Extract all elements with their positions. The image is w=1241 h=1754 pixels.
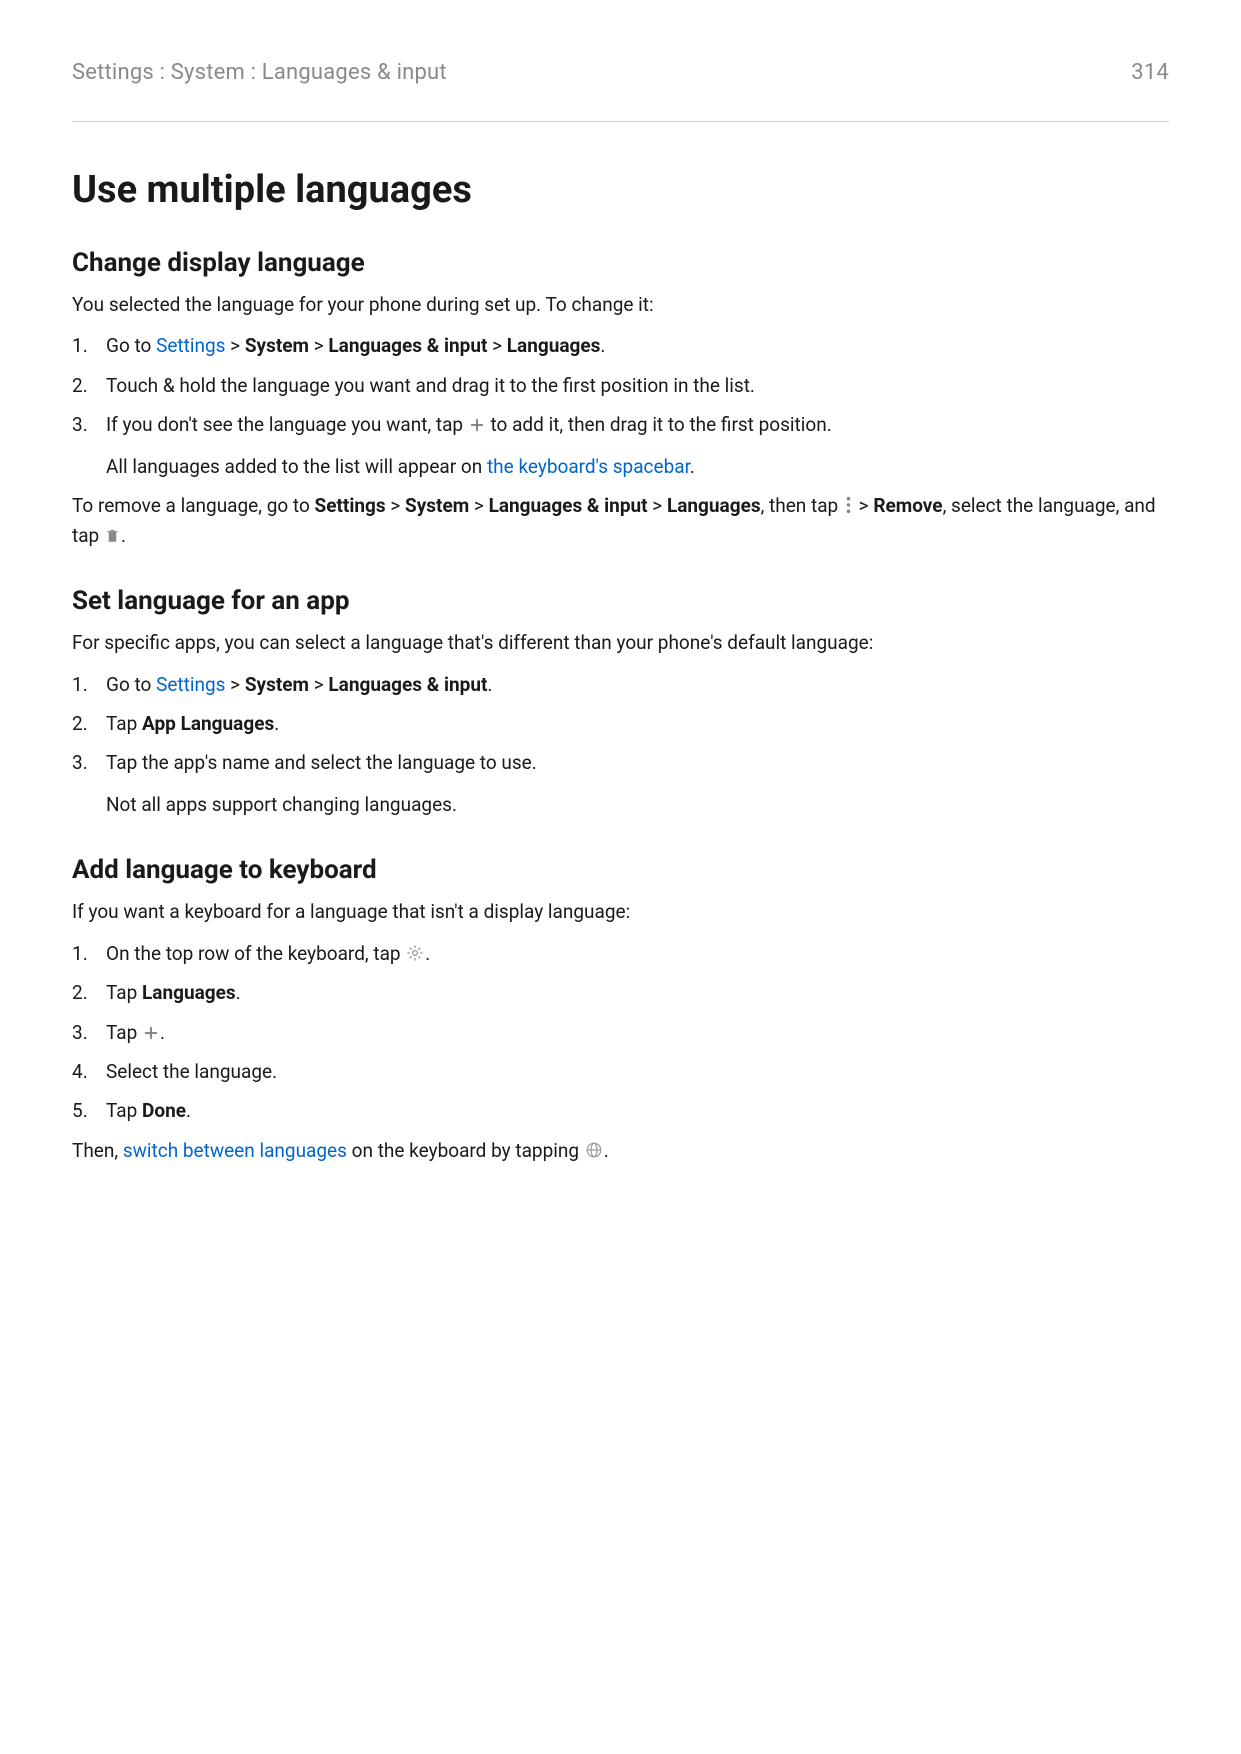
settings-link[interactable]: Settings — [156, 673, 225, 696]
section1-steps: Go to Settings > System > Languages & in… — [72, 331, 1169, 481]
section2-step1: Go to Settings > System > Languages & in… — [72, 670, 1169, 699]
bold-text: Remove — [873, 494, 942, 517]
bold-text: System — [245, 334, 309, 357]
text: > — [854, 494, 873, 517]
section1-step3-sub: All languages added to the list will app… — [106, 452, 1169, 481]
text: Then, — [72, 1139, 123, 1162]
bold-text: Languages — [667, 494, 761, 517]
section2-intro: For specific apps, you can select a lang… — [72, 628, 1169, 657]
section3-outro: Then, switch between languages on the ke… — [72, 1136, 1169, 1165]
bold-text: Languages — [507, 334, 601, 357]
text: Tap — [106, 1021, 142, 1044]
section3-step5: Tap Done. — [72, 1096, 1169, 1125]
text: > — [386, 494, 405, 517]
text: If you don't see the language you want, … — [106, 413, 468, 436]
text: Tap — [106, 981, 142, 1004]
text: . — [487, 673, 492, 696]
section1-step1: Go to Settings > System > Languages & in… — [72, 331, 1169, 360]
plus-icon — [143, 1025, 159, 1041]
text: , then tap — [761, 494, 843, 517]
keyboard-spacebar-link[interactable]: the keyboard's spacebar — [487, 455, 690, 478]
text: . — [160, 1021, 165, 1044]
page-number: 314 — [1131, 60, 1169, 85]
page-title: Use multiple languages — [72, 168, 1169, 212]
trash-icon — [105, 527, 120, 544]
section3-step4: Select the language. — [72, 1057, 1169, 1086]
breadcrumb: Settings : System : Languages & input — [72, 60, 447, 85]
text: Go to — [106, 673, 156, 696]
section1-remove: To remove a language, go to Settings > S… — [72, 491, 1169, 550]
plus-icon — [469, 417, 485, 433]
switch-languages-link[interactable]: switch between languages — [123, 1139, 347, 1162]
text: . — [600, 334, 605, 357]
text: > — [469, 494, 488, 517]
section3-steps: On the top row of the keyboard, tap . Ta… — [72, 939, 1169, 1126]
more-vert-icon — [844, 496, 853, 514]
text: > — [309, 334, 328, 357]
gear-icon — [406, 944, 424, 962]
text: to add it, then drag it to the first pos… — [486, 413, 832, 436]
section1-step2: Touch & hold the language you want and d… — [72, 371, 1169, 400]
text: . — [425, 942, 430, 965]
text: > — [225, 673, 244, 696]
text: Tap — [106, 712, 142, 735]
bold-text: Done — [142, 1099, 186, 1122]
section-heading-add-language-keyboard: Add language to keyboard — [72, 855, 1169, 885]
text: On the top row of the keyboard, tap — [106, 942, 405, 965]
text: . — [604, 1139, 609, 1162]
text: Go to — [106, 334, 156, 357]
section2-step3: Tap the app's name and select the langua… — [72, 748, 1169, 819]
text: on the keyboard by tapping — [347, 1139, 584, 1162]
text: Tap the app's name and select the langua… — [106, 751, 537, 774]
bold-text: Languages & input — [328, 334, 487, 357]
bold-text: Languages & input — [489, 494, 648, 517]
text: > — [225, 334, 244, 357]
bold-text: App Languages — [142, 712, 274, 735]
bold-text: System — [405, 494, 469, 517]
header-row: Settings : System : Languages & input 31… — [72, 60, 1169, 85]
section3-step3: Tap . — [72, 1018, 1169, 1047]
section2-step2: Tap App Languages. — [72, 709, 1169, 738]
text: . — [690, 455, 695, 478]
bold-text: System — [245, 673, 309, 696]
globe-icon — [585, 1141, 603, 1159]
text: > — [648, 494, 667, 517]
section2-steps: Go to Settings > System > Languages & in… — [72, 670, 1169, 820]
text: . — [186, 1099, 191, 1122]
bold-text: Settings — [315, 494, 386, 517]
section2-step3-sub: Not all apps support changing languages. — [106, 790, 1169, 819]
text: To remove a language, go to — [72, 494, 315, 517]
text: . — [236, 981, 241, 1004]
section3-step1: On the top row of the keyboard, tap . — [72, 939, 1169, 968]
settings-link[interactable]: Settings — [156, 334, 225, 357]
bold-text: Languages & input — [328, 673, 487, 696]
header-divider — [72, 121, 1169, 122]
page-container: Settings : System : Languages & input 31… — [0, 0, 1241, 1217]
section1-intro: You selected the language for your phone… — [72, 290, 1169, 319]
section3-step2: Tap Languages. — [72, 978, 1169, 1007]
text: . — [121, 524, 126, 547]
text: . — [274, 712, 279, 735]
text: All languages added to the list will app… — [106, 455, 487, 478]
section3-intro: If you want a keyboard for a language th… — [72, 897, 1169, 926]
section-heading-set-language-app: Set language for an app — [72, 586, 1169, 616]
text: > — [487, 334, 506, 357]
section1-step3: If you don't see the language you want, … — [72, 410, 1169, 481]
text: Tap — [106, 1099, 142, 1122]
text: > — [309, 673, 328, 696]
bold-text: Languages — [142, 981, 236, 1004]
section-heading-change-display-language: Change display language — [72, 248, 1169, 278]
